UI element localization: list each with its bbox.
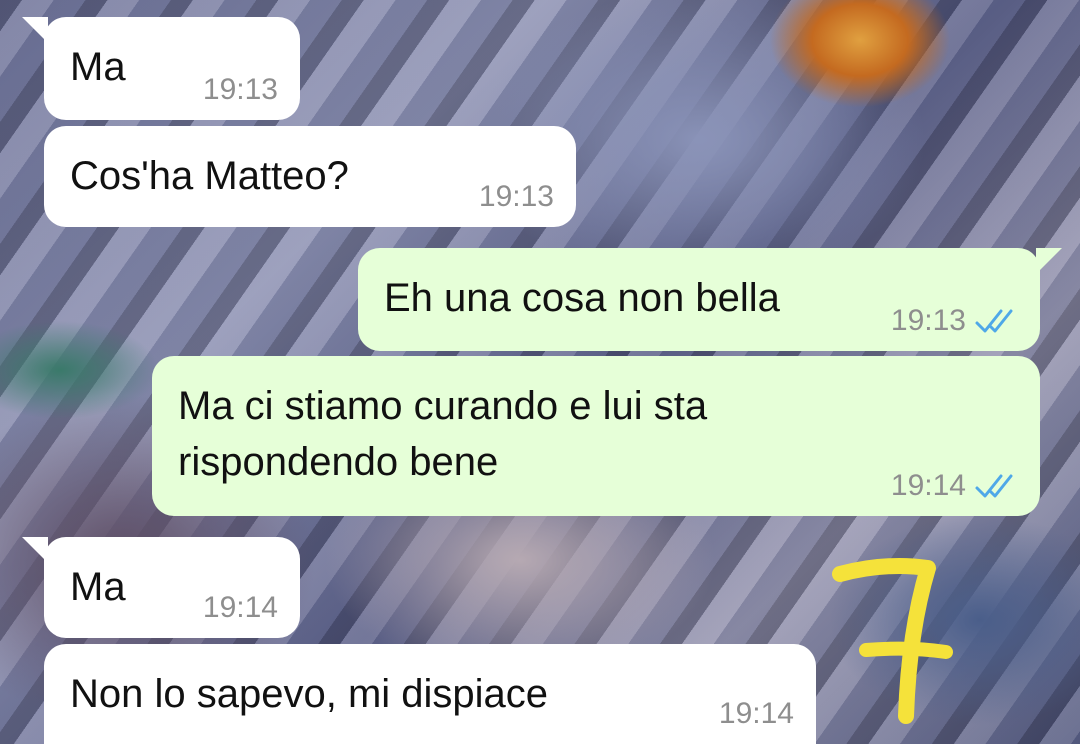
message-text: Cos'ha Matteo?: [70, 154, 349, 198]
message-meta: 19:13: [203, 72, 278, 108]
message-time: 19:13: [478, 180, 554, 213]
message-time: 19:13: [890, 304, 966, 337]
outgoing-message[interactable]: Eh una cosa non bella 19:13: [358, 248, 1062, 351]
incoming-message[interactable]: Cos'ha Matteo? 19:13: [44, 126, 576, 227]
message-time: 19:14: [718, 697, 794, 730]
message-time: 19:14: [202, 591, 278, 624]
incoming-message[interactable]: Ma 19:13: [22, 17, 300, 120]
double-check-icon: [974, 472, 1018, 500]
message-time: 19:13: [202, 73, 278, 106]
message-text: Non lo sapevo, mi dispiace: [70, 672, 549, 716]
message-meta: 19:14: [719, 696, 794, 732]
message-text: Ma: [70, 565, 126, 609]
message-meta: 19:13: [891, 303, 1018, 339]
handwritten-seven-sticker: [830, 548, 960, 728]
message-meta: 19:14: [203, 590, 278, 626]
message-text: Ma: [70, 45, 126, 89]
message-time: 19:14: [890, 469, 966, 502]
outgoing-message[interactable]: Ma ci stiamo curando e lui sta risponden…: [152, 356, 1040, 516]
message-meta: 19:13: [479, 179, 554, 215]
message-text: Eh una cosa non bella: [384, 276, 780, 320]
double-check-icon: [974, 307, 1018, 335]
message-meta: 19:14: [891, 468, 1018, 504]
incoming-message[interactable]: Ma 19:14: [22, 537, 300, 638]
message-text: Ma ci stiamo curando e lui sta risponden…: [178, 384, 708, 484]
incoming-message[interactable]: Non lo sapevo, mi dispiace 19:14: [44, 644, 816, 744]
